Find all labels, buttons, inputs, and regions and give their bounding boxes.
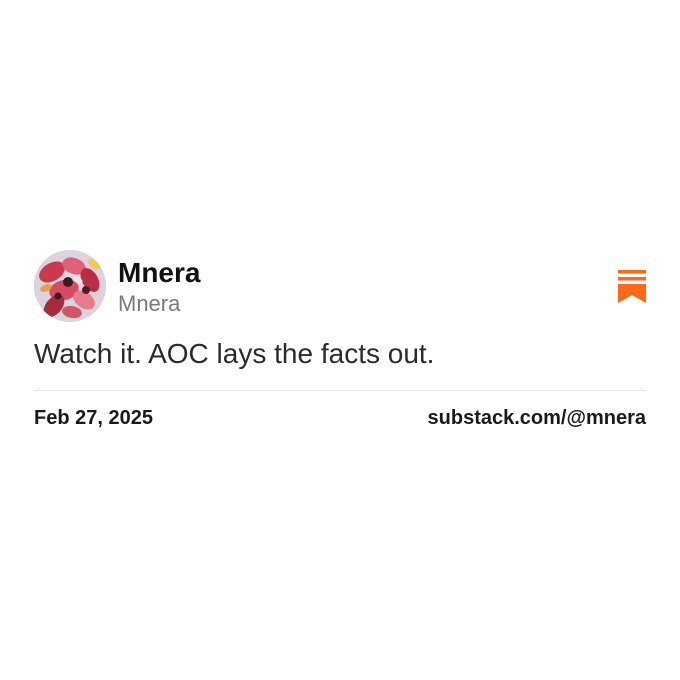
avatar-flowers-image: [34, 250, 106, 322]
post-header: Mnera Mnera: [34, 250, 646, 326]
post-text: Watch it. AOC lays the facts out.: [34, 338, 435, 369]
source-link[interactable]: substack.com/@mnera: [428, 407, 646, 430]
divider: [34, 390, 646, 391]
author-handle[interactable]: Mnera: [118, 290, 180, 318]
substack-logo-icon[interactable]: [618, 270, 646, 303]
post-date: Feb 27, 2025: [34, 407, 153, 429]
avatar[interactable]: [34, 250, 106, 322]
post-card: Mnera Mnera Watch it. AOC lays the facts…: [34, 250, 646, 437]
author-name[interactable]: Mnera: [118, 256, 200, 290]
post-footer: Feb 27, 2025 substack.com/@mnera: [34, 407, 646, 437]
